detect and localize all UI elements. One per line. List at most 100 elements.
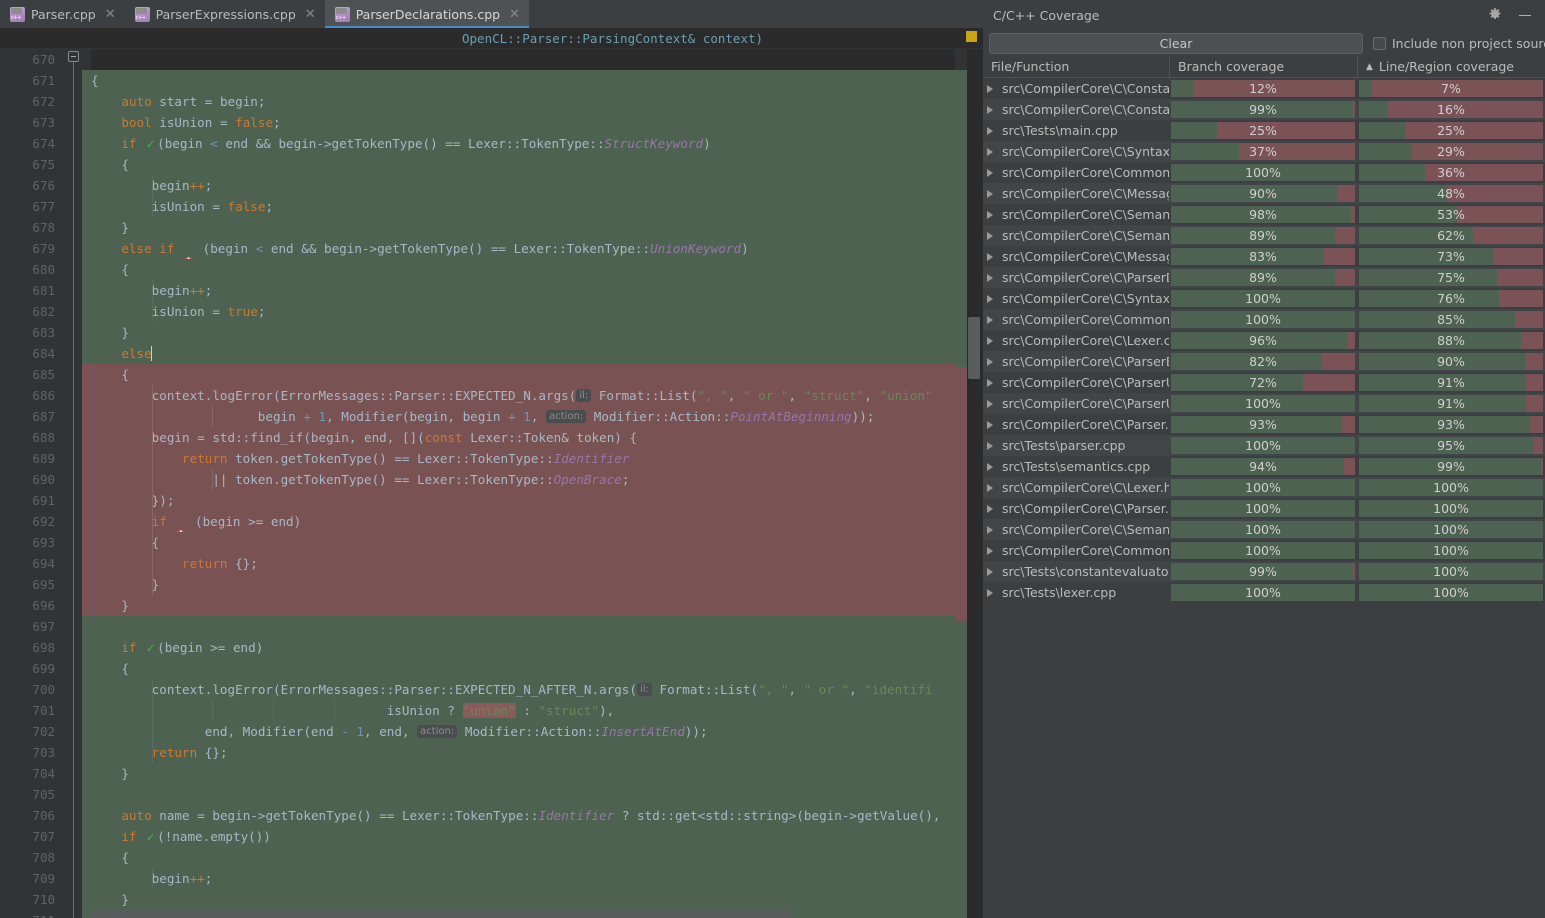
table-row[interactable]: src\CompilerCore\C\Syntax.hpp 37% 29% — [983, 141, 1545, 162]
table-row[interactable]: src\CompilerCore\C\Semantics 98% 53% — [983, 204, 1545, 225]
horizontal-scrollbar[interactable] — [91, 909, 955, 918]
expand-triangle-icon[interactable] — [987, 588, 995, 597]
coverage-stripe-segment[interactable] — [82, 637, 91, 658]
coverage-stripe-segment[interactable] — [82, 532, 91, 553]
code-line[interactable]: if ✓ (begin < end && begin->getTokenType(… — [91, 133, 955, 154]
table-row[interactable]: src\CompilerCore\C\ParserExpr 82% 90% — [983, 351, 1545, 372]
coverage-stripe-segment[interactable] — [82, 616, 91, 637]
coverage-stripe-segment[interactable] — [82, 112, 91, 133]
coverage-file-cell[interactable]: src\CompilerCore\Common\U — [983, 540, 1169, 561]
code-line[interactable]: { — [91, 259, 955, 280]
code-folding-gutter[interactable] — [64, 49, 82, 918]
code-line[interactable]: } — [91, 322, 955, 343]
coverage-stripe-segment[interactable] — [82, 364, 91, 385]
code-line[interactable]: { — [91, 70, 955, 91]
expand-triangle-icon[interactable] — [987, 378, 995, 387]
coverage-stripe-segment[interactable] — [82, 448, 91, 469]
code-line[interactable]: else — [91, 343, 955, 364]
coverage-stripe-segment[interactable] — [82, 175, 91, 196]
code-line[interactable]: context.logError(ErrorMessages::Parser::… — [91, 385, 955, 406]
coverage-stripe-segment[interactable] — [82, 784, 91, 805]
code-text-area[interactable]: { auto start = begin; bool isUnion = fal… — [91, 49, 955, 918]
expand-triangle-icon[interactable] — [987, 546, 995, 555]
expand-triangle-icon[interactable] — [987, 399, 995, 408]
expand-triangle-icon[interactable] — [987, 315, 995, 324]
coverage-stripe[interactable] — [82, 49, 91, 918]
coverage-file-cell[interactable]: src\Tests\parser.cpp — [983, 435, 1169, 456]
table-row[interactable]: src\CompilerCore\C\ConstantE 12% 7% — [983, 78, 1545, 99]
coverage-stripe-segment[interactable] — [82, 805, 91, 826]
code-line[interactable]: end, Modifier(end - 1, end, action: Modi… — [91, 721, 955, 742]
coverage-stripe-segment[interactable] — [82, 133, 91, 154]
code-line[interactable]: begin++; — [91, 868, 955, 889]
expand-triangle-icon[interactable] — [987, 336, 995, 345]
coverage-file-cell[interactable]: src\CompilerCore\C\ParserExpr — [983, 351, 1169, 372]
code-line[interactable]: if ✓ (begin >= end) — [91, 637, 955, 658]
code-line[interactable]: } — [91, 763, 955, 784]
table-row[interactable]: src\CompilerCore\C\SemanticA 89% 62% — [983, 225, 1545, 246]
code-line[interactable]: bool isUnion = false; — [91, 112, 955, 133]
expand-triangle-icon[interactable] — [987, 84, 995, 93]
coverage-stripe-segment[interactable] — [82, 91, 91, 112]
table-row[interactable]: src\CompilerCore\C\ParserUtil. 100% 91% — [983, 393, 1545, 414]
expand-triangle-icon[interactable] — [987, 210, 995, 219]
line-number-gutter[interactable]: 670 671 672 673 674 675 676 677 678 679 680 681 682 6… — [0, 49, 64, 918]
code-line[interactable]: } — [91, 595, 955, 616]
code-line[interactable]: return {}; — [91, 742, 955, 763]
coverage-file-cell[interactable]: src\CompilerCore\C\Parser.cpp — [983, 414, 1169, 435]
coverage-stripe-segment[interactable] — [82, 154, 91, 175]
horizontal-scrollbar-thumb[interactable] — [91, 910, 791, 917]
code-line[interactable]: auto name = begin->getTokenType() == Lex… — [91, 805, 955, 826]
table-row[interactable]: src\Tests\constantevaluator.cpp 99% 100% — [983, 561, 1545, 582]
code-line[interactable] — [91, 784, 955, 805]
coverage-stripe-segment[interactable] — [82, 574, 91, 595]
coverage-stripe-segment[interactable] — [82, 553, 91, 574]
table-row[interactable]: src\CompilerCore\C\ParserDec 89% 75% — [983, 267, 1545, 288]
expand-triangle-icon[interactable] — [987, 168, 995, 177]
coverage-stripe-segment[interactable] — [82, 763, 91, 784]
expand-triangle-icon[interactable] — [987, 567, 995, 576]
code-line[interactable]: if ✓ (!name.empty()) — [91, 826, 955, 847]
coverage-stripe-segment[interactable] — [82, 511, 91, 532]
coverage-stripe-segment[interactable] — [82, 889, 91, 910]
coverage-stripe-segment[interactable] — [82, 469, 91, 490]
coverage-file-cell[interactable]: src\CompilerCore\C\Semantics — [983, 204, 1169, 225]
expand-triangle-icon[interactable] — [987, 252, 995, 261]
coverage-stripe-segment[interactable] — [82, 742, 91, 763]
include-non-project-sources-checkbox[interactable] — [1373, 36, 1386, 50]
coverage-stripe-segment[interactable] — [82, 490, 91, 511]
table-row[interactable]: src\CompilerCore\C\Lexer.cpp 96% 88% — [983, 330, 1545, 351]
expand-triangle-icon[interactable] — [987, 441, 995, 450]
table-row[interactable]: src\CompilerCore\C\SemanticA 100% 100% — [983, 519, 1545, 540]
gear-icon[interactable] — [1487, 7, 1503, 23]
coverage-file-cell[interactable]: src\CompilerCore\C\SemanticA — [983, 519, 1169, 540]
coverage-stripe-segment[interactable] — [82, 70, 91, 91]
close-icon[interactable]: ✕ — [509, 8, 520, 21]
expand-triangle-icon[interactable] — [987, 294, 995, 303]
include-non-project-sources-option[interactable]: Include non project sources — [1373, 36, 1545, 51]
close-icon[interactable]: ✕ — [105, 8, 116, 21]
column-header-line[interactable]: ▲ Line/Region coverage — [1357, 56, 1545, 77]
fold-collapse-icon[interactable] — [68, 51, 79, 62]
code-line[interactable]: isUnion ? "union" : "struct"), — [91, 700, 955, 721]
expand-triangle-icon[interactable] — [987, 420, 995, 429]
code-line[interactable]: auto start = begin; — [91, 91, 955, 112]
close-icon[interactable]: ✕ — [305, 8, 316, 21]
table-row[interactable]: src\CompilerCore\C\Message.c 83% 73% — [983, 246, 1545, 267]
coverage-file-cell[interactable]: src\Tests\main.cpp — [983, 120, 1169, 141]
coverage-file-cell[interactable]: src\CompilerCore\C\Lexer.hpp — [983, 477, 1169, 498]
code-line[interactable]: } — [91, 574, 955, 595]
coverage-stripe-segment[interactable] — [82, 322, 91, 343]
coverage-stripe-segment[interactable] — [82, 595, 91, 616]
editor-tab-0[interactable]: Parser.cpp ✕ — [0, 0, 125, 28]
table-row[interactable]: src\CompilerCore\C\Parser.cpp 93% 93% — [983, 414, 1545, 435]
coverage-file-cell[interactable]: src\CompilerCore\C\Message.c — [983, 246, 1169, 267]
table-row[interactable]: src\Tests\lexer.cpp 100% 100% — [983, 582, 1545, 603]
code-line[interactable]: begin++; — [91, 280, 955, 301]
code-line[interactable]: { — [91, 532, 955, 553]
code-line[interactable]: { — [91, 364, 955, 385]
coverage-file-cell[interactable]: src\CompilerCore\C\ParserUtil. — [983, 393, 1169, 414]
code-line[interactable]: { — [91, 847, 955, 868]
table-row[interactable]: src\CompilerCore\C\Lexer.hpp 100% 100% — [983, 477, 1545, 498]
coverage-stripe-segment[interactable] — [82, 721, 91, 742]
